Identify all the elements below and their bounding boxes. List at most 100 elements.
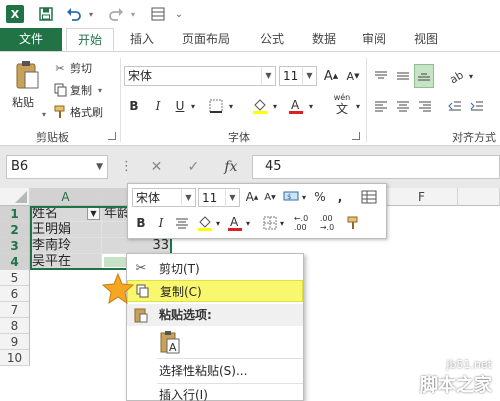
tab-file[interactable]: 文件 (0, 28, 62, 51)
cancel-icon[interactable]: ✕ (151, 159, 163, 175)
save-icon[interactable] (36, 4, 56, 24)
decrease-indent-icon[interactable] (446, 96, 464, 116)
mini-fill-color-icon[interactable] (196, 214, 214, 232)
row-header[interactable]: 7 (0, 302, 30, 318)
row-header[interactable]: 10 (0, 350, 30, 366)
mini-borders-icon[interactable] (262, 214, 278, 232)
cut-button[interactable]: 剪切 (70, 60, 92, 76)
number-format-dropdown-icon[interactable]: ▾ (300, 188, 308, 206)
decrease-font-icon[interactable]: A ▼ (344, 66, 362, 86)
row-header[interactable]: 4 (0, 254, 30, 270)
context-menu-paste-special[interactable]: 选择性粘贴(S)... (127, 360, 303, 382)
filter-dropdown-icon[interactable]: ▼ (87, 207, 100, 220)
bold-button[interactable]: B (126, 96, 142, 116)
mini-font-name-select[interactable]: 宋体 ▼ (132, 188, 196, 207)
align-bottom-icon[interactable] (414, 64, 434, 88)
borders-icon[interactable] (206, 96, 226, 116)
row-header[interactable]: 3 (0, 238, 30, 254)
mini-font-color-icon[interactable]: A (226, 214, 244, 232)
decrease-font-icon[interactable]: A ▼ (262, 188, 278, 206)
redo-icon[interactable] (106, 4, 126, 24)
increase-font-icon[interactable]: A ▲ (244, 188, 260, 206)
form-icon[interactable] (148, 4, 168, 24)
customize-icon[interactable]: ⌄ (174, 4, 184, 24)
paste-icon[interactable] (12, 58, 42, 92)
row-header[interactable]: 1 (0, 206, 30, 222)
mini-bold-button[interactable]: B (134, 214, 148, 232)
align-top-icon[interactable] (372, 66, 390, 86)
number-format-icon[interactable]: $ (282, 188, 300, 206)
undo-icon[interactable] (64, 4, 84, 24)
enter-icon[interactable]: ✓ (187, 159, 199, 175)
column-header-f[interactable]: F (386, 188, 458, 206)
underline-button[interactable]: U (172, 96, 188, 116)
column-header-g[interactable] (458, 188, 500, 206)
orientation-icon[interactable]: ab (446, 66, 466, 86)
context-menu-copy[interactable]: 复制(C) (127, 280, 303, 302)
column-header-a[interactable]: A (30, 188, 102, 206)
mini-format-painter-icon[interactable] (344, 214, 362, 232)
italic-button[interactable]: I (150, 96, 166, 116)
phonetic-button[interactable]: wén 文 (330, 90, 354, 118)
phonetic-dropdown-icon[interactable]: ▾ (354, 96, 362, 116)
row-header[interactable]: 6 (0, 286, 30, 302)
paste-option-button[interactable]: A (159, 330, 183, 356)
orientation-dropdown-icon[interactable]: ▾ (466, 66, 476, 86)
mini-fill-color-dropdown-icon[interactable]: ▾ (214, 214, 222, 232)
tab-data[interactable]: 数据 (304, 28, 344, 51)
mini-font-size-select[interactable]: 11 ▼ (198, 188, 240, 207)
increase-indent-icon[interactable] (468, 96, 486, 116)
redo-dropdown-icon[interactable]: ▾ (128, 4, 138, 24)
cell-a2[interactable]: 王明娟 (30, 222, 102, 238)
mini-font-color-dropdown-icon[interactable]: ▾ (244, 214, 252, 232)
undo-dropdown-icon[interactable]: ▾ (86, 4, 96, 24)
format-table-icon[interactable] (360, 188, 378, 206)
font-name-select[interactable]: 宋体 ▼ (124, 66, 276, 86)
increase-font-icon[interactable]: A ▲ (322, 66, 340, 86)
paste-button[interactable]: 粘贴 (12, 94, 46, 110)
clipboard-launcher-icon[interactable] (108, 132, 116, 140)
copy-button[interactable]: 复制 (70, 82, 92, 98)
cell-a1[interactable]: 姓名 ▼ (30, 206, 102, 222)
tab-home[interactable]: 开始 (66, 28, 114, 51)
align-middle-icon[interactable] (394, 66, 412, 86)
align-left-icon[interactable] (372, 96, 390, 116)
align-center-icon[interactable] (394, 96, 412, 116)
row-header[interactable]: 5 (0, 270, 30, 286)
fill-color-dropdown-icon[interactable]: ▾ (270, 96, 280, 116)
font-color-dropdown-icon[interactable]: ▾ (306, 96, 316, 116)
comma-style-button[interactable]: , (332, 188, 348, 206)
cell-b3[interactable]: 33 (102, 238, 172, 254)
cell-a3[interactable]: 李南玲 (30, 238, 102, 254)
row-header[interactable]: 2 (0, 222, 30, 238)
format-painter-button[interactable]: 格式刷 (70, 104, 103, 120)
mini-align-center-icon[interactable] (174, 214, 190, 232)
context-menu-cut[interactable]: ✂ 剪切(T) (127, 258, 303, 280)
font-launcher-icon[interactable] (352, 132, 360, 140)
row-header[interactable]: 9 (0, 334, 30, 350)
mini-borders-dropdown-icon[interactable]: ▾ (278, 214, 286, 232)
tab-page-layout[interactable]: 页面布局 (176, 28, 236, 51)
name-box[interactable]: B6 ▼ (6, 155, 108, 179)
select-all-button[interactable] (0, 188, 30, 206)
percent-style-button[interactable]: % (312, 188, 328, 206)
align-right-icon[interactable] (416, 96, 434, 116)
insert-function-icon[interactable]: fx (224, 159, 237, 175)
increase-decimal-icon[interactable]: ←.0.00 (290, 214, 312, 232)
copy-dropdown-icon[interactable]: ▾ (98, 82, 102, 98)
context-menu-insert-row[interactable]: 插入行(I) (127, 384, 303, 401)
font-size-select[interactable]: 11 ▼ (279, 66, 317, 86)
underline-dropdown-icon[interactable]: ▾ (188, 96, 198, 116)
row-header[interactable]: 8 (0, 318, 30, 334)
decrease-decimal-icon[interactable]: .00 →.0 (316, 214, 338, 232)
cell-a4[interactable]: 吴平在 (30, 254, 102, 270)
tab-view[interactable]: 视图 (406, 28, 446, 51)
tab-review[interactable]: 审阅 (354, 28, 394, 51)
fill-color-icon[interactable] (250, 96, 270, 116)
paste-dropdown-icon[interactable]: ▾ (42, 110, 46, 119)
mini-italic-button[interactable]: I (154, 214, 168, 232)
tab-formulas[interactable]: 公式 (252, 28, 292, 51)
borders-dropdown-icon[interactable]: ▾ (226, 96, 236, 116)
tab-insert[interactable]: 插入 (122, 28, 162, 51)
font-color-icon[interactable]: A (286, 96, 306, 116)
